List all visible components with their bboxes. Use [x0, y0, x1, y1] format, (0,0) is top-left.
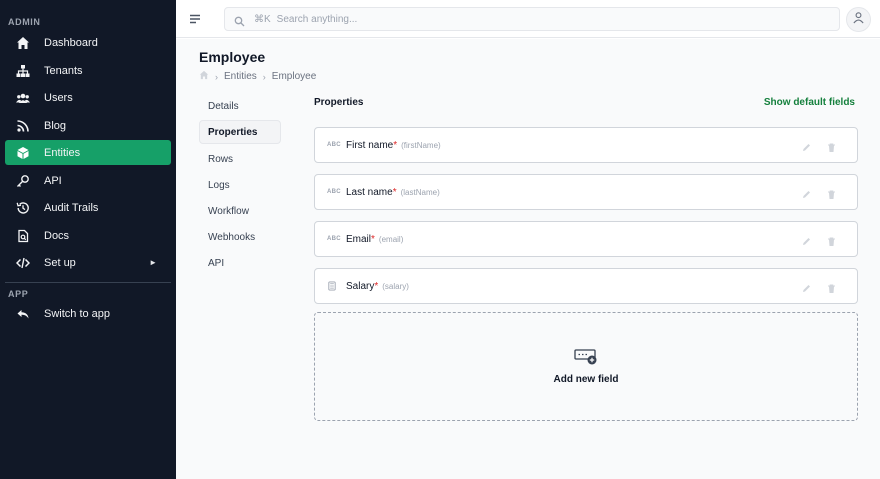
breadcrumb-separator: › — [215, 71, 218, 82]
tab-rows[interactable]: Rows — [199, 147, 281, 171]
property-row-salary[interactable]: Salary * (salary) — [314, 268, 858, 304]
sidebar: ADMIN Dashboard Tenants Users Blog Entit… — [0, 0, 176, 479]
trash-icon[interactable] — [826, 140, 837, 152]
pencil-icon[interactable] — [801, 234, 812, 245]
property-row-last-name[interactable]: ABC Last name * (lastName) — [314, 174, 858, 210]
sidebar-item-docs[interactable]: Docs — [5, 223, 171, 248]
sidebar-item-tenants[interactable]: Tenants — [5, 58, 171, 83]
sidebar-item-blog[interactable]: Blog — [5, 113, 171, 138]
required-marker: * — [392, 186, 397, 198]
field-name: (firstName) — [401, 140, 441, 150]
rss-icon — [16, 119, 30, 133]
sidebar-item-api[interactable]: API — [5, 168, 171, 193]
users-icon — [16, 91, 30, 105]
text-type-icon: ABC — [327, 236, 341, 242]
tab-logs[interactable]: Logs — [199, 173, 281, 197]
pencil-icon[interactable] — [801, 281, 812, 292]
tab-details[interactable]: Details — [199, 94, 281, 118]
sidebar-item-dashboard[interactable]: Dashboard — [5, 30, 171, 55]
text-type-icon: ABC — [327, 189, 341, 195]
property-row-first-name[interactable]: ABC First name * (firstName) — [314, 127, 858, 163]
sidebar-item-label: Tenants — [44, 64, 83, 77]
top-bar: ⌘K Search anything... — [176, 0, 880, 38]
chevron-right-icon: ► — [149, 258, 157, 267]
user-icon — [852, 11, 865, 29]
sidebar-item-users[interactable]: Users — [5, 85, 171, 110]
add-new-field-button[interactable]: Add new field — [314, 312, 858, 421]
required-marker: * — [393, 139, 398, 151]
property-row-email[interactable]: ABC Email * (email) — [314, 221, 858, 257]
number-icon — [327, 281, 340, 291]
sidebar-item-switch-to-app[interactable]: Switch to app — [5, 301, 171, 326]
sidebar-item-label: Set up — [44, 256, 76, 269]
home-icon[interactable] — [199, 70, 209, 83]
field-name: (salary) — [382, 281, 409, 291]
show-default-fields-link[interactable]: Show default fields — [764, 97, 855, 108]
required-marker: * — [374, 280, 379, 292]
required-marker: * — [371, 233, 375, 245]
avatar[interactable] — [846, 7, 871, 32]
sidebar-item-set-up[interactable]: Set up ► — [5, 250, 171, 275]
trash-icon[interactable] — [826, 234, 837, 246]
search-icon — [234, 14, 245, 26]
search-placeholder: Search anything... — [276, 13, 358, 25]
menu-icon[interactable] — [188, 12, 202, 26]
field-title: Last name — [346, 186, 393, 198]
sidebar-item-entities[interactable]: Entities — [5, 140, 171, 165]
sidebar-item-label: Users — [44, 91, 73, 104]
field-title: Salary — [346, 280, 375, 292]
sidebar-divider — [5, 282, 171, 283]
sidebar-item-label: Switch to app — [44, 307, 111, 320]
breadcrumb-employee[interactable]: Employee — [272, 71, 316, 82]
search-input[interactable]: ⌘K Search anything... — [224, 7, 840, 31]
tab-workflow[interactable]: Workflow — [199, 199, 281, 223]
field-name: (lastName) — [400, 187, 440, 197]
text-type-icon: ABC — [327, 142, 341, 148]
sidebar-item-label: Dashboard — [44, 36, 98, 49]
sitemap-icon — [16, 64, 30, 78]
home-icon — [16, 36, 30, 50]
code-icon — [16, 256, 30, 270]
field-title: First name — [346, 139, 394, 151]
search-shortcut: ⌘K — [254, 13, 271, 25]
add-new-field-label: Add new field — [553, 374, 619, 385]
add-field-icon — [574, 348, 598, 366]
cube-icon — [16, 146, 30, 160]
reply-icon — [16, 307, 30, 321]
pencil-icon[interactable] — [801, 187, 812, 198]
key-icon — [16, 174, 30, 188]
sidebar-item-label: Entities — [44, 146, 81, 159]
breadcrumb: › Entities › Employee — [199, 70, 316, 83]
app-section-label: APP — [8, 289, 29, 299]
breadcrumb-entities[interactable]: Entities — [224, 71, 257, 82]
tab-properties[interactable]: Properties — [199, 120, 281, 144]
sidebar-item-label: Docs — [44, 229, 70, 242]
field-name: (email) — [378, 234, 404, 244]
sidebar-item-label: Audit Trails — [44, 201, 99, 214]
document-icon — [16, 229, 30, 243]
tab-api[interactable]: API — [199, 251, 281, 275]
properties-title: Properties — [314, 97, 364, 108]
history-icon — [16, 201, 30, 215]
trash-icon[interactable] — [826, 281, 837, 293]
trash-icon[interactable] — [826, 187, 837, 199]
field-title: Email — [346, 233, 372, 245]
sidebar-item-label: API — [44, 174, 62, 187]
tab-webhooks[interactable]: Webhooks — [199, 225, 281, 249]
main-content: Employee › Entities › Employee Details P… — [176, 39, 880, 479]
sidebar-item-audit-trails[interactable]: Audit Trails — [5, 195, 171, 220]
sidebar-item-label: Blog — [44, 119, 67, 132]
page-title: Employee — [199, 49, 266, 65]
breadcrumb-separator: › — [262, 71, 266, 82]
pencil-icon[interactable] — [801, 140, 812, 151]
admin-section-label: ADMIN — [8, 17, 41, 27]
